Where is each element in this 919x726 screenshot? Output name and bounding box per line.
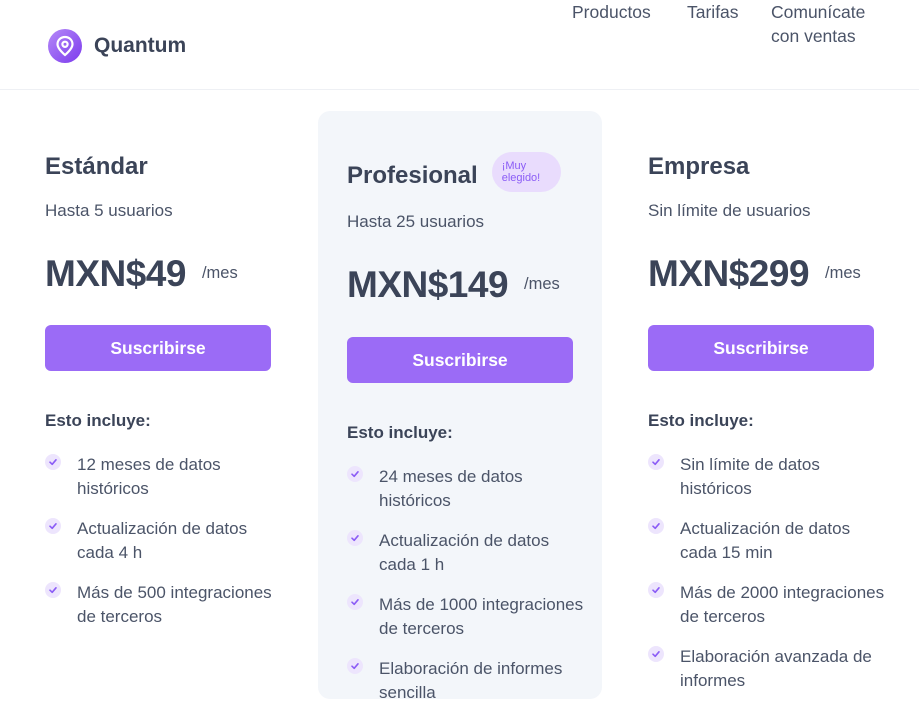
checkmark-icon xyxy=(347,594,363,610)
plan-name: Empresa xyxy=(648,153,750,180)
feature-text: Actualización de datos cada 4 h xyxy=(77,519,248,562)
checkmark-icon xyxy=(347,530,363,546)
list-item: Elaboración avanzada de informes xyxy=(648,645,888,693)
plan-users: Sin límite de usuarios xyxy=(648,201,811,220)
price-period: /mes xyxy=(524,275,560,293)
list-item: Elaboración de informes sencilla xyxy=(347,657,587,705)
plan-price: MXN$49 /mes xyxy=(45,253,275,297)
list-item: Más de 2000 integraciones de terceros xyxy=(648,581,888,629)
plan-name: Profesional xyxy=(347,162,478,189)
plan-card-profesional: Profesional ¡Muy elegido! Hasta 25 usuar… xyxy=(347,152,587,308)
checkmark-icon xyxy=(347,658,363,674)
feature-list-estandar: 12 meses de datos históricos Actualizaci… xyxy=(45,453,285,645)
checkmark-icon xyxy=(648,518,664,534)
checkmark-icon xyxy=(648,582,664,598)
checkmark-icon xyxy=(45,454,61,470)
feature-text: Actualización de datos cada 1 h xyxy=(379,531,550,574)
plan-price: MXN$299 /mes xyxy=(648,253,888,297)
price-period: /mes xyxy=(825,264,861,282)
subscribe-button-empresa[interactable]: Suscribirse xyxy=(648,325,874,371)
includes-label: Esto incluye: xyxy=(648,411,754,430)
nav-link-tarifas[interactable]: Tarifas xyxy=(687,0,739,24)
includes-label: Esto incluye: xyxy=(347,423,453,442)
feature-text: Más de 1000 integraciones de terceros xyxy=(379,595,584,638)
feature-text: 12 meses de datos históricos xyxy=(77,455,221,498)
checkmark-icon xyxy=(648,646,664,662)
price-amount: MXN$299 xyxy=(648,253,810,294)
plan-card-empresa: Empresa Sin límite de usuarios MXN$299 /… xyxy=(648,153,888,297)
feature-text: Elaboración avanzada de informes xyxy=(680,647,872,690)
list-item: 12 meses de datos históricos xyxy=(45,453,285,501)
popular-badge: ¡Muy elegido! xyxy=(491,152,561,192)
plan-price: MXN$149 /mes xyxy=(347,264,587,308)
feature-text: Más de 2000 integraciones de terceros xyxy=(680,583,885,626)
nav-link-contact-sales[interactable]: Comunícate con ventas xyxy=(771,0,881,48)
checkmark-icon xyxy=(648,454,664,470)
list-item: Actualización de datos cada 4 h xyxy=(45,517,285,565)
list-item: Más de 1000 integraciones de terceros xyxy=(347,593,587,641)
price-amount: MXN$149 xyxy=(347,264,509,305)
plan-card-estandar: Estándar Hasta 5 usuarios MXN$49 /mes xyxy=(45,153,275,297)
feature-list-profesional: 24 meses de datos históricos Actualizaci… xyxy=(347,465,587,721)
nav-link-productos[interactable]: Productos xyxy=(572,0,651,24)
list-item: Actualización de datos cada 1 h xyxy=(347,529,587,577)
subscribe-button-estandar[interactable]: Suscribirse xyxy=(45,325,271,371)
feature-text: Actualización de datos cada 15 min xyxy=(680,519,851,562)
location-pin-icon xyxy=(48,29,82,63)
list-item: Más de 500 integraciones de terceros xyxy=(45,581,285,629)
plan-users: Hasta 25 usuarios xyxy=(347,212,485,231)
checkmark-icon xyxy=(347,466,363,482)
feature-text: Sin límite de datos históricos xyxy=(680,455,820,498)
feature-text: Más de 500 integraciones de terceros xyxy=(77,583,272,626)
plan-users: Hasta 5 usuarios xyxy=(45,201,173,220)
list-item: Sin límite de datos históricos xyxy=(648,453,888,501)
price-amount: MXN$49 xyxy=(45,253,186,294)
includes-label: Esto incluye: xyxy=(45,411,151,430)
brand-logo[interactable]: Quantum xyxy=(48,29,186,63)
feature-text: Elaboración de informes sencilla xyxy=(379,659,563,702)
checkmark-icon xyxy=(45,518,61,534)
feature-text: 24 meses de datos históricos xyxy=(379,467,523,510)
site-header: Quantum Productos Tarifas Comunícate con… xyxy=(0,0,919,90)
plan-name: Estándar xyxy=(45,153,148,180)
subscribe-button-profesional[interactable]: Suscribirse xyxy=(347,337,573,383)
list-item: Actualización de datos cada 15 min xyxy=(648,517,888,565)
checkmark-icon xyxy=(45,582,61,598)
feature-list-empresa: Sin límite de datos históricos Actualiza… xyxy=(648,453,888,709)
price-period: /mes xyxy=(201,264,238,282)
list-item: 24 meses de datos históricos xyxy=(347,465,587,513)
pricing-page: Quantum Productos Tarifas Comunícate con… xyxy=(0,0,919,726)
brand-name: Quantum xyxy=(94,34,187,57)
